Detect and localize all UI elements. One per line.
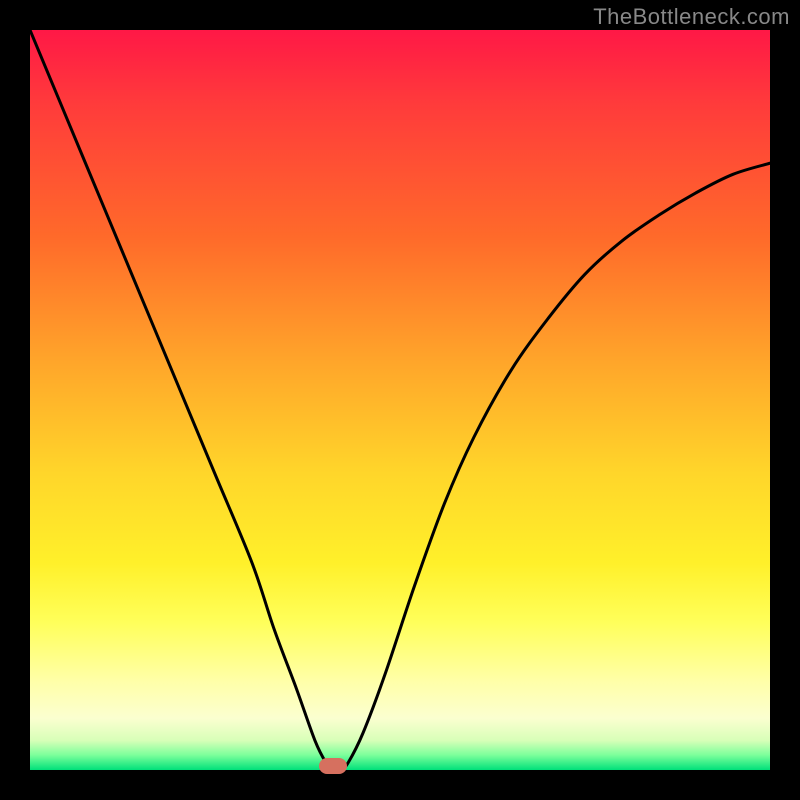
- plot-area: [30, 30, 770, 770]
- bottleneck-curve: [30, 30, 770, 770]
- chart-frame: TheBottleneck.com: [0, 0, 800, 800]
- optimal-point-marker: [319, 758, 347, 774]
- watermark-text: TheBottleneck.com: [593, 4, 790, 30]
